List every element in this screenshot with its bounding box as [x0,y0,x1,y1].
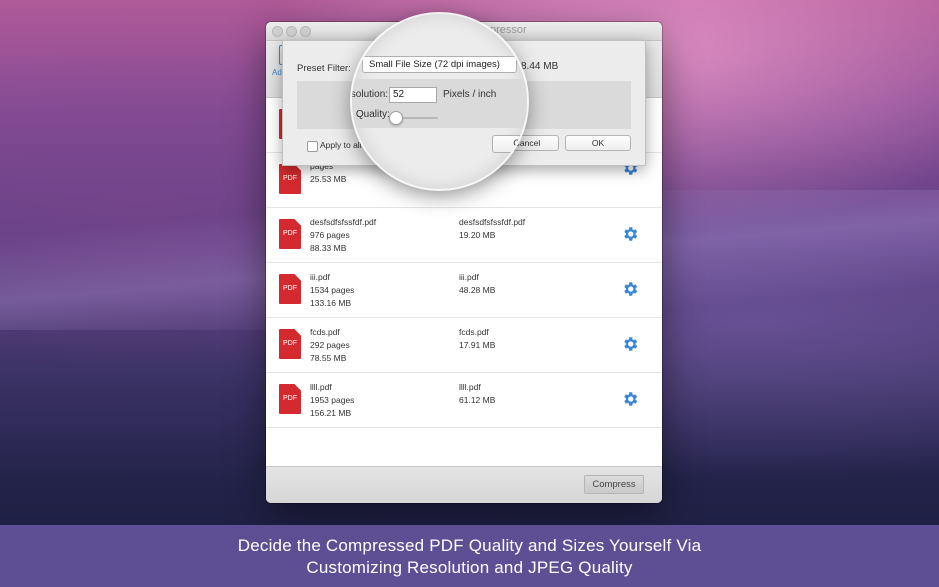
file-original-size: 156.21 MB [310,408,352,418]
caption-banner: Decide the Compressed PDF Quality and Si… [0,525,939,587]
ok-button[interactable]: OK [565,135,631,151]
file-original-size: 78.55 MB [310,353,347,363]
magnifier-lens: Small File Size (72 dpi images) Resoluti… [352,14,527,189]
file-original-size: 25.53 MB [310,174,347,184]
gear-icon[interactable] [621,390,639,408]
footer-bar: Compress [266,466,662,503]
jpeg-quality-slider-thumb[interactable] [388,111,403,125]
magnified-quality-panel [352,79,527,128]
gear-icon[interactable] [621,335,639,353]
table-row[interactable]: PDF fcds.pdf 292 pages 78.55 MB fcds.pdf… [266,318,662,373]
file-pages: 976 pages [310,230,350,240]
file-name: iii.pdf [310,272,330,282]
apply-to-all-checkbox[interactable] [307,141,318,152]
resolution-unit: Pixels / inch [443,89,497,100]
resolution-label: Resolution: [352,89,389,100]
magnified-cancel-button[interactable]: Cancel [492,135,527,153]
pdf-file-icon: PDF [279,219,301,249]
jpeg-quality-label: JPEG Quality: [352,109,390,120]
file-original-size: 88.33 MB [310,243,347,253]
file-pages: 292 pages [310,340,350,350]
gear-icon[interactable] [621,280,639,298]
gear-icon[interactable] [621,225,639,243]
pdf-file-icon: PDF [279,164,301,194]
file-compressed-size: 17.91 MB [459,340,496,350]
compress-button[interactable]: Compress [584,475,644,494]
magnified-preset-value: Small File Size (72 dpi images) [369,59,500,70]
file-compressed-name: iii.pdf [459,272,479,282]
caption-line-1: Decide the Compressed PDF Quality and Si… [237,536,702,555]
file-name: desfsdfsfssfdf.pdf [310,217,377,227]
file-pages: 1534 pages [310,285,355,295]
table-row[interactable]: PDF llll.pdf 1953 pages 156.21 MB llll.p… [266,373,662,428]
file-name: llll.pdf [310,382,332,392]
file-compressed-name: fcds.pdf [459,327,489,337]
file-compressed-size: 19.20 MB [459,230,496,240]
magnified-preset-select[interactable]: Small File Size (72 dpi images) [362,56,517,73]
file-name: fcds.pdf [310,327,340,337]
file-compressed-name: llll.pdf [459,382,481,392]
table-row[interactable]: PDF desfsdfsfssfdf.pdf 976 pages 88.33 M… [266,208,662,263]
estimated-size: 8.44 MB [521,61,559,72]
table-row[interactable]: PDF iii.pdf 1534 pages 133.16 MB iii.pdf… [266,263,662,318]
pdf-file-icon: PDF [279,329,301,359]
apply-to-all-label: Apply to all [320,140,362,150]
pdf-file-icon: PDF [279,384,301,414]
file-compressed-size: 61.12 MB [459,395,496,405]
file-compressed-size: 48.28 MB [459,285,496,295]
pdf-file-icon: PDF [279,274,301,304]
preset-filter-label: Preset Filter: [297,63,351,74]
resolution-input[interactable]: 52 [389,87,437,103]
file-original-size: 133.16 MB [310,298,352,308]
file-compressed-name: desfsdfsfssfdf.pdf [459,217,526,227]
file-pages: 1953 pages [310,395,355,405]
caption-line-2: Customizing Resolution and JPEG Quality [306,558,633,577]
